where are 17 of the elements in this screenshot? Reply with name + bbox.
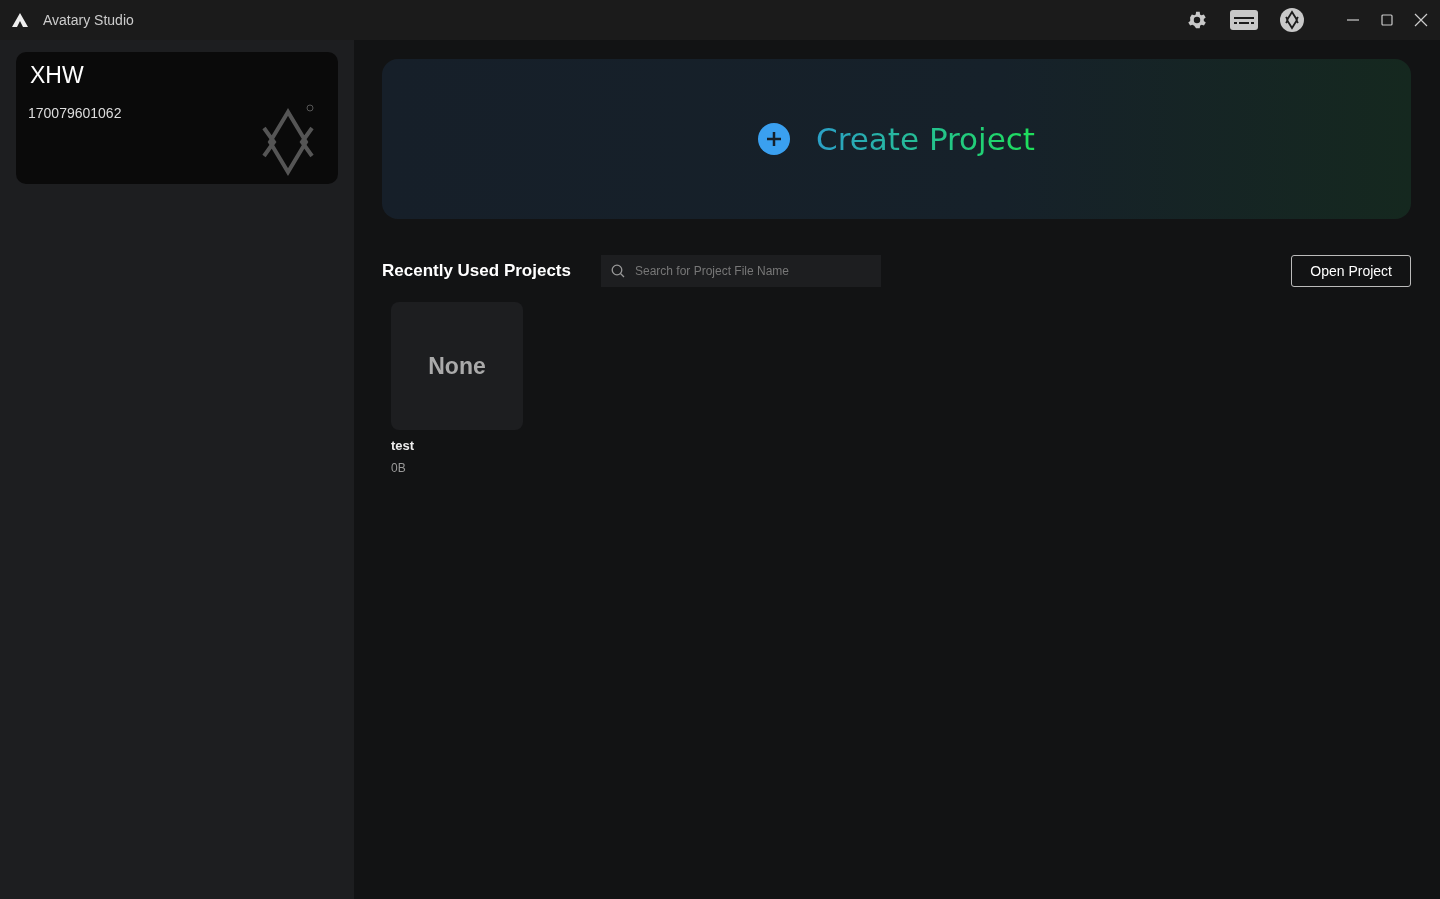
create-project-button[interactable]: Create Project [382,59,1411,219]
keyboard-icon[interactable] [1230,10,1258,30]
close-icon[interactable] [1414,13,1428,27]
logo-icon [11,11,29,29]
maximize-icon[interactable] [1380,13,1394,27]
settings-icon[interactable] [1186,9,1208,31]
project-thumbnail[interactable]: None [391,302,523,430]
project-size: 0B [391,461,407,475]
project-name: test [391,438,416,453]
search-field[interactable]: Search for Project File Name [600,255,881,287]
account-id: 170079601062 [28,105,123,121]
open-project-button[interactable]: Open Project [1291,255,1411,287]
section-title: Recently Used Projects [382,261,571,281]
plus-icon [758,123,791,155]
logo-icon[interactable] [1280,8,1304,32]
account-name: XHW [30,62,85,89]
window-title: Avatary Studio [43,12,134,28]
